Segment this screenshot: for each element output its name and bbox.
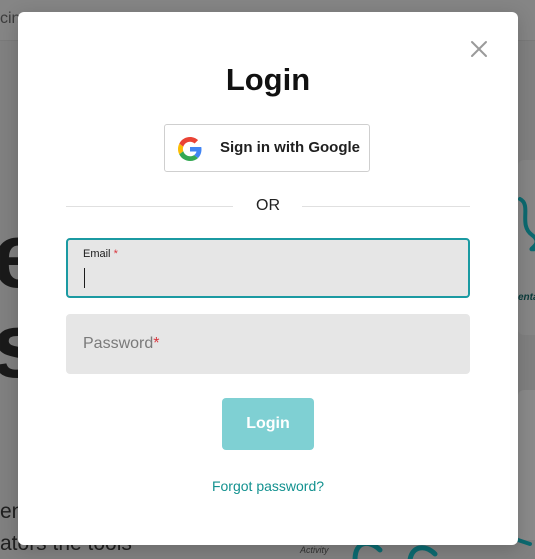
password-placeholder: Password*: [83, 335, 159, 353]
password-placeholder-text: Password: [83, 335, 154, 352]
modal-title: Login: [225, 62, 311, 97]
background-card-label: enta: [518, 292, 535, 303]
close-button[interactable]: [468, 38, 490, 60]
close-icon: [471, 41, 487, 57]
email-label: Email *: [83, 248, 118, 260]
divider-or-text: OR: [256, 197, 280, 214]
google-g-icon: [178, 137, 202, 161]
divider-line-right: [302, 206, 470, 207]
forgot-password-link[interactable]: Forgot password?: [18, 478, 518, 494]
email-field[interactable]: Email *: [66, 238, 470, 298]
background-activity-label: Activity: [300, 545, 329, 555]
email-input[interactable]: [83, 266, 453, 288]
google-sign-in-label: Sign in with Google: [220, 139, 360, 156]
login-modal: Login Sign in with Google OR Email * Pas…: [18, 12, 518, 545]
text-caret: [84, 268, 85, 288]
email-required-marker: *: [113, 248, 118, 260]
password-required-marker: *: [153, 335, 160, 352]
divider-line-left: [66, 206, 233, 207]
background-feature-card-2: [518, 390, 535, 540]
background-curve-graphic: [518, 197, 535, 252]
email-label-text: Email: [83, 248, 111, 260]
password-field[interactable]: Password*: [66, 314, 470, 374]
google-sign-in-button[interactable]: Sign in with Google: [164, 124, 370, 172]
login-button[interactable]: Login: [222, 398, 314, 450]
